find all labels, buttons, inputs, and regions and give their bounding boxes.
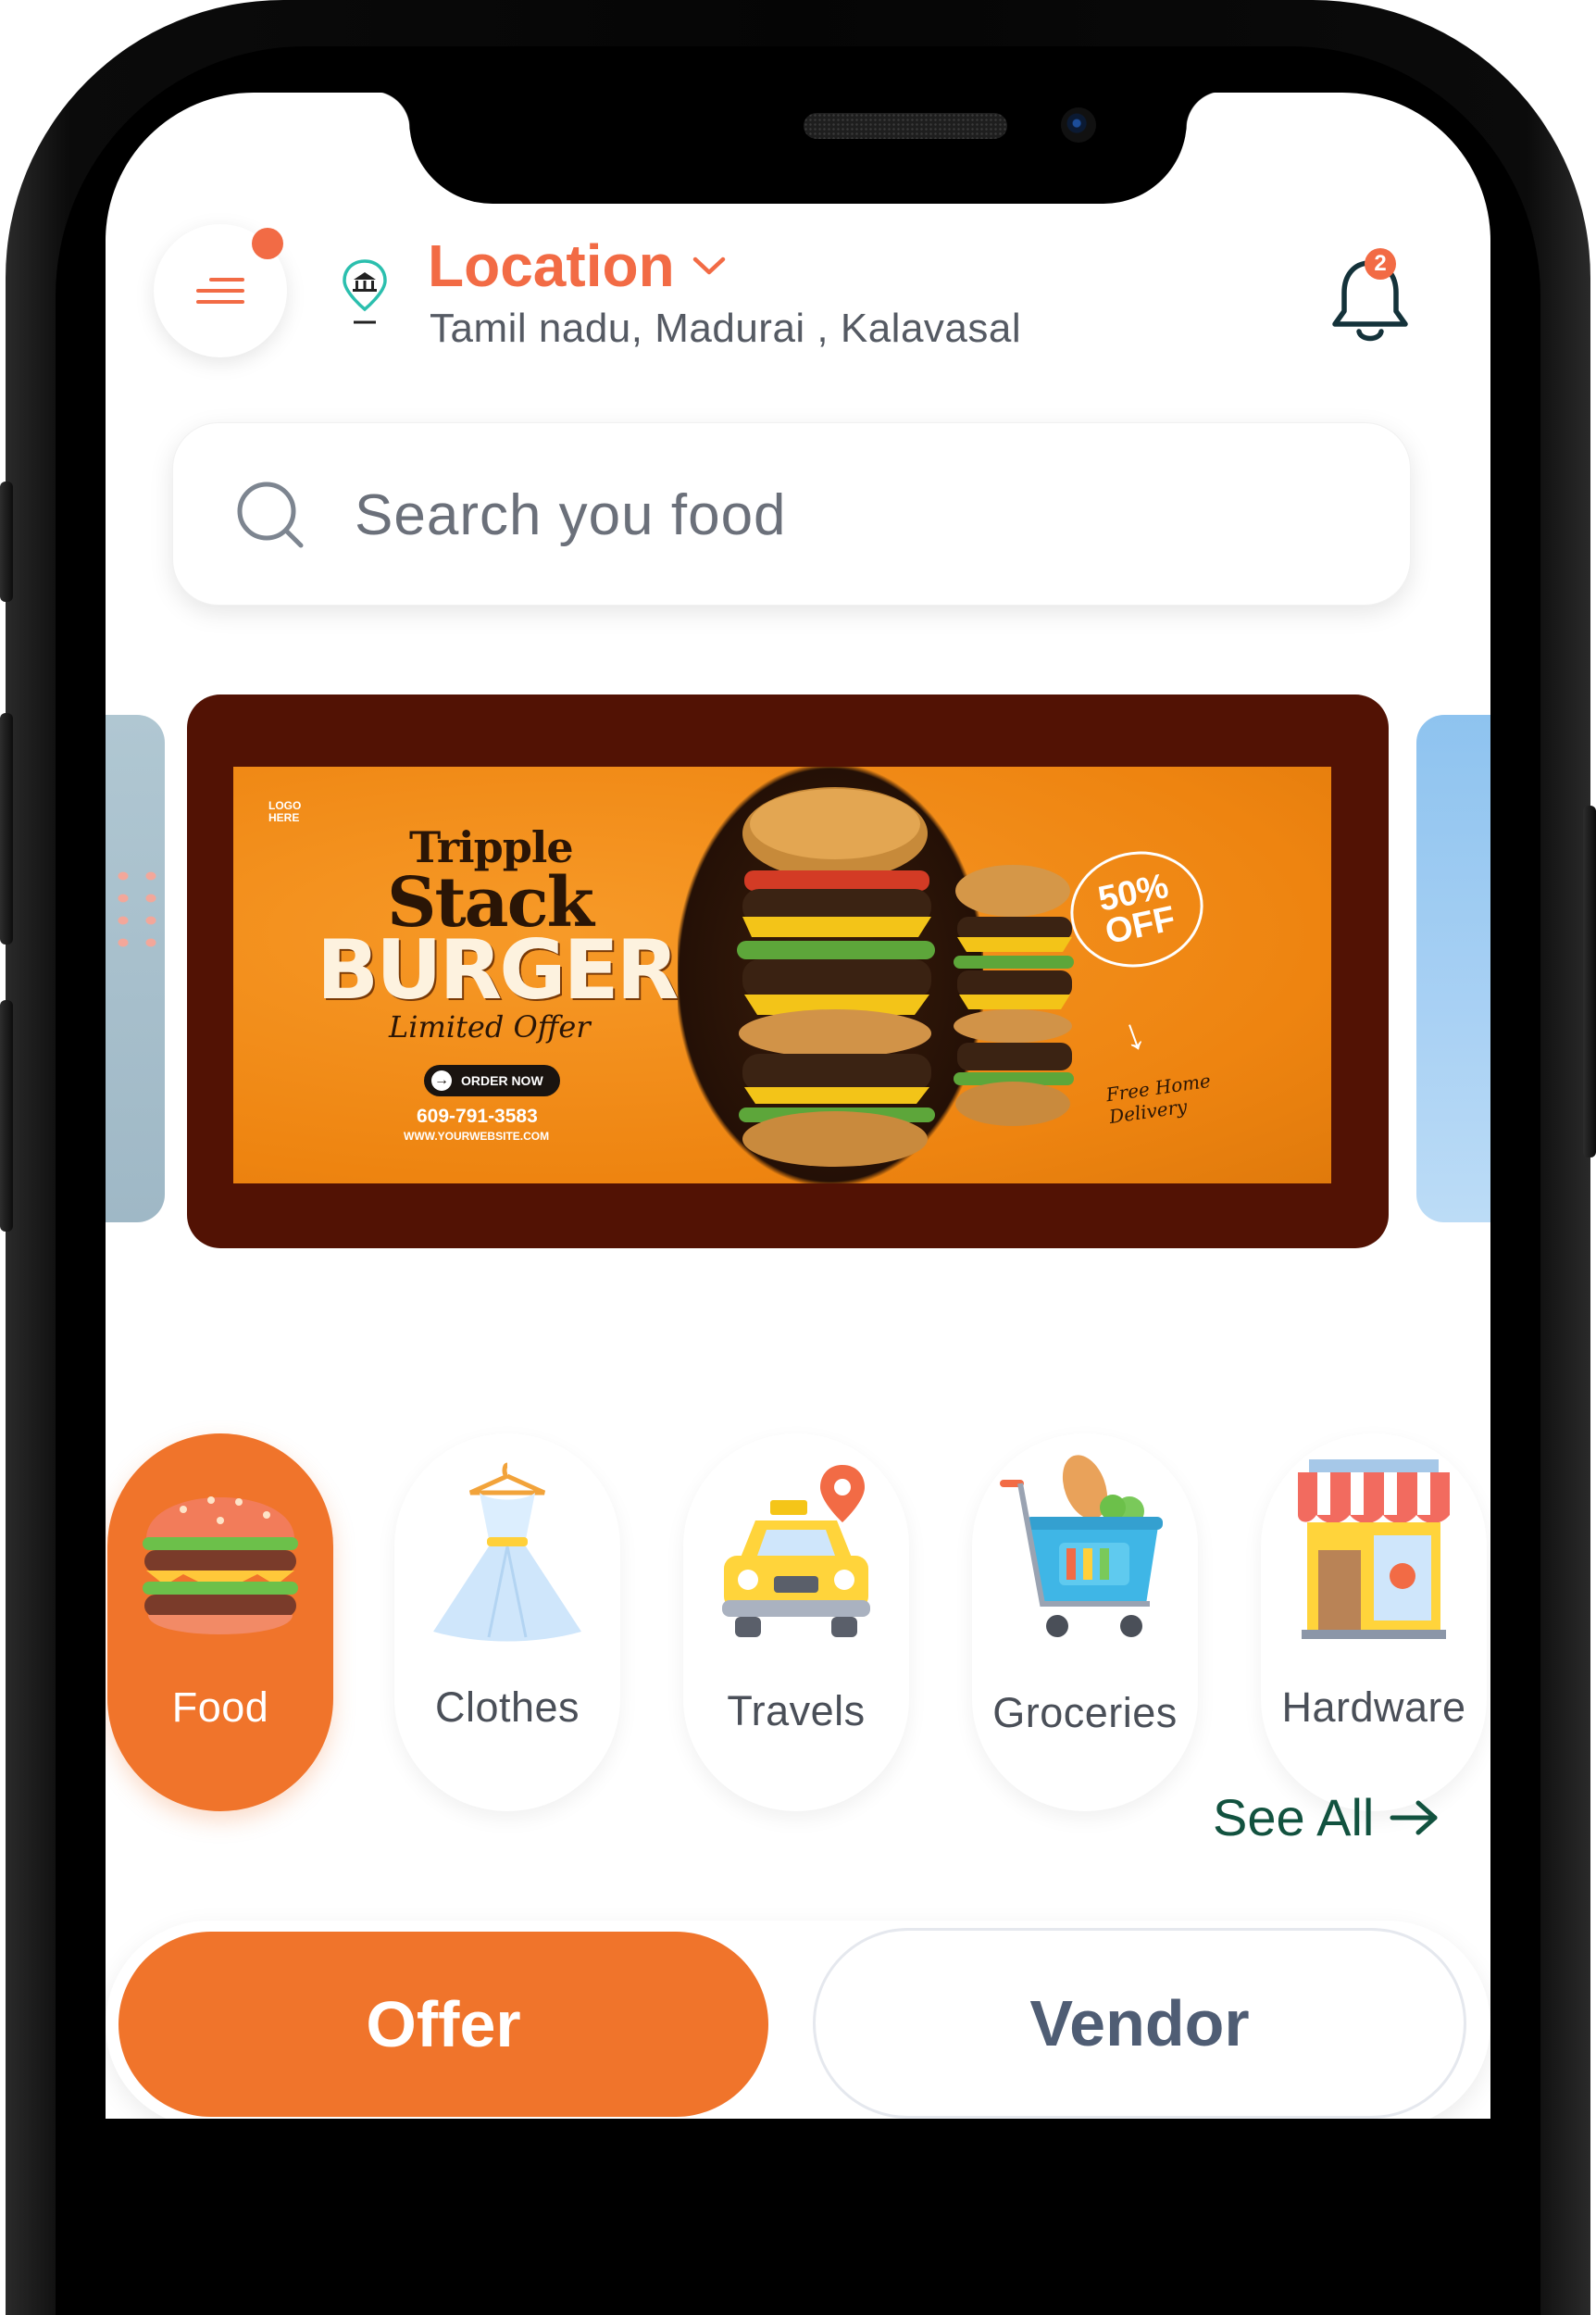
- app-screen: Location Tamil nadu, Madurai , Kalavasal…: [106, 93, 1490, 2119]
- taxi-icon: [722, 1465, 870, 1637]
- menu-button[interactable]: [154, 224, 287, 357]
- search-icon: [237, 482, 304, 548]
- location-title: Location: [428, 232, 675, 299]
- dress-icon: [433, 1462, 581, 1642]
- arrow-right-icon: →: [431, 1070, 452, 1091]
- banner-logo: LOGO HERE: [268, 799, 302, 824]
- front-camera: [1061, 107, 1096, 143]
- category-clothes[interactable]: Clothes: [394, 1433, 620, 1811]
- banner-phone: 609-791-3583: [417, 1106, 538, 1127]
- search-input[interactable]: [353, 466, 1375, 564]
- promo-banner[interactable]: LOGO HERE Tripple Stack BURGER Limited O…: [187, 694, 1389, 1248]
- banner-website: WWW.YOURWEBSITE.COM: [404, 1130, 550, 1143]
- banner-order-label: ORDER NOW: [461, 1073, 543, 1088]
- tab-offer[interactable]: Offer: [118, 1932, 768, 2117]
- tab-vendor[interactable]: Vendor: [813, 1928, 1466, 2119]
- decorative-dots: [109, 865, 163, 954]
- category-label: Food: [171, 1683, 269, 1731]
- category-label: Travels: [727, 1687, 866, 1734]
- category-travels[interactable]: Travels: [683, 1433, 909, 1811]
- phone-side-button-left-1: [0, 482, 13, 602]
- location-pin-icon: [343, 259, 387, 324]
- see-all-link[interactable]: See All: [1213, 1787, 1440, 1847]
- category-hardware[interactable]: Hardware: [1261, 1433, 1487, 1811]
- category-food[interactable]: Food: [107, 1433, 333, 1811]
- chevron-down-icon: [692, 257, 725, 275]
- phone-notch: [372, 93, 1224, 204]
- location-selector[interactable]: Location: [428, 232, 727, 300]
- banner-delivery-note: Free Home Delivery: [1104, 1069, 1213, 1129]
- banner-order-button: → ORDER NOW: [424, 1065, 560, 1096]
- category-label: Groceries: [992, 1689, 1178, 1736]
- speaker-grille: [804, 113, 1007, 139]
- category-groceries[interactable]: Groceries: [972, 1433, 1198, 1811]
- burger-secondary-image: [954, 865, 1074, 1126]
- menu-icon: [196, 278, 244, 304]
- hand-drawn-arrow-icon: ↓: [1114, 1007, 1153, 1062]
- burger-icon: [143, 1496, 298, 1634]
- menu-notification-dot: [252, 228, 283, 259]
- category-label: Hardware: [1281, 1683, 1466, 1731]
- phone-side-button-left-2: [0, 713, 13, 945]
- burger-stack-image: [737, 787, 935, 1167]
- carousel-next-slide[interactable]: [1416, 715, 1490, 1222]
- store-icon: [1298, 1459, 1450, 1639]
- phone-side-button-left-3: [0, 1000, 13, 1232]
- carousel-prev-slide[interactable]: [106, 715, 165, 1222]
- grocery-basket-icon: [1000, 1455, 1163, 1637]
- notification-badge: 2: [1365, 248, 1396, 280]
- banner-headline-3: BURGER: [317, 922, 679, 1018]
- see-all-label: See All: [1213, 1788, 1375, 1846]
- promo-banner-image: LOGO HERE Tripple Stack BURGER Limited O…: [233, 767, 1331, 1183]
- arrow-right-icon: [1390, 1800, 1438, 1834]
- phone-side-button-right: [1583, 806, 1596, 1158]
- search-bar[interactable]: [172, 422, 1411, 606]
- location-address: Tamil nadu, Madurai , Kalavasal: [430, 306, 1022, 351]
- banner-tagline: Limited Offer: [389, 1009, 591, 1045]
- category-label: Clothes: [434, 1683, 580, 1731]
